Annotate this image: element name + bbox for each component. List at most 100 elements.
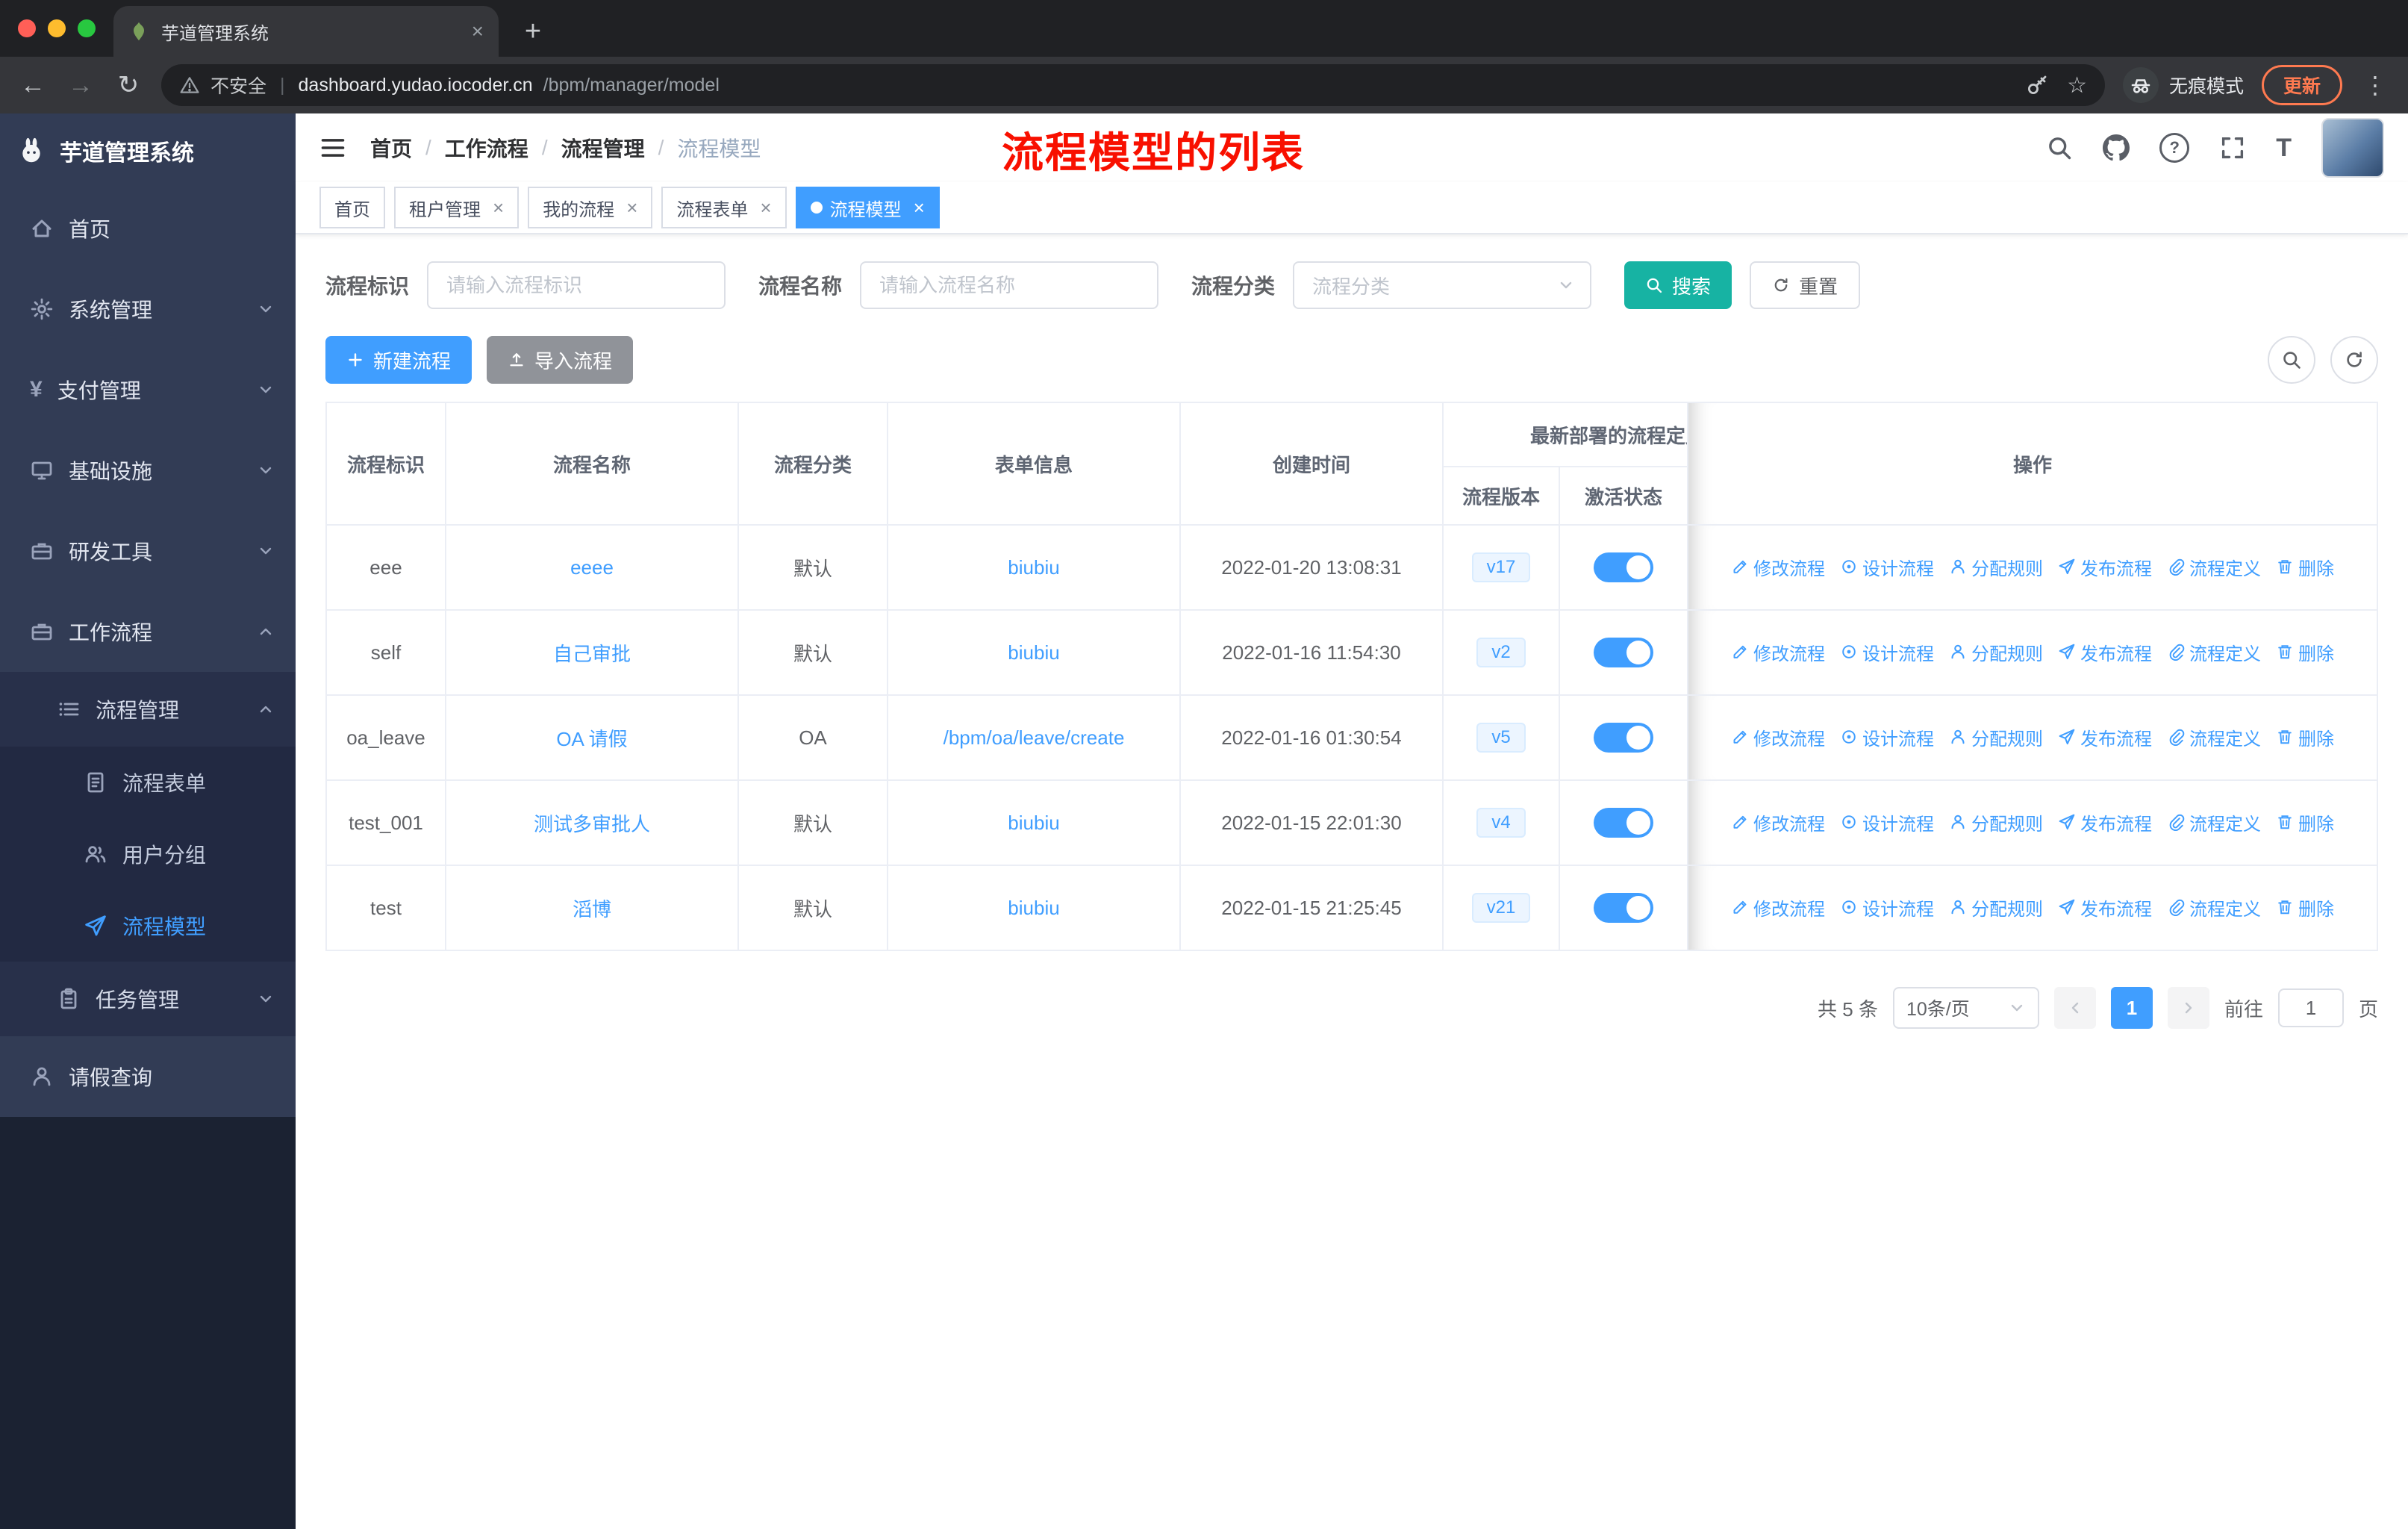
import-process-button[interactable]: 导入流程 xyxy=(487,336,634,384)
sidebar-item-payment[interactable]: ¥ 支付管理 xyxy=(0,349,296,430)
action-delete[interactable]: 删除 xyxy=(2276,724,2334,750)
goto-page-input[interactable] xyxy=(2277,988,2344,1027)
process-category-select[interactable]: 流程分类 xyxy=(1293,261,1592,309)
page-size-select[interactable]: 10条/页 xyxy=(1892,987,2039,1029)
back-button[interactable]: ← xyxy=(18,71,48,100)
url-bar[interactable]: 不安全 | dashboard.yudao.iocoder.cn/bpm/man… xyxy=(161,64,2105,106)
page-1-button[interactable]: 1 xyxy=(2110,987,2153,1029)
action-edit-process[interactable]: 修改流程 xyxy=(1731,639,1825,665)
sidebar-item-system[interactable]: 系统管理 xyxy=(0,269,296,349)
new-tab-button[interactable]: + xyxy=(511,9,555,54)
update-button[interactable]: 更新 xyxy=(2261,65,2342,105)
help-icon[interactable]: ? xyxy=(2159,133,2190,163)
active-switch[interactable] xyxy=(1594,552,1653,582)
version-badge[interactable]: v4 xyxy=(1476,808,1526,838)
sidebar-item-process-mgmt[interactable]: 流程管理 xyxy=(0,672,296,747)
action-process-definition[interactable]: 流程定义 xyxy=(2167,809,2261,835)
action-process-definition[interactable]: 流程定义 xyxy=(2167,554,2261,580)
action-delete[interactable]: 删除 xyxy=(2276,894,2334,921)
tag-tenant-mgmt[interactable]: 租户管理 × xyxy=(394,187,520,228)
action-edit-process[interactable]: 修改流程 xyxy=(1731,894,1825,921)
action-assign-rule[interactable]: 分配规则 xyxy=(1949,894,2043,921)
tab-close-icon[interactable]: × xyxy=(472,19,484,43)
action-assign-rule[interactable]: 分配规则 xyxy=(1949,809,2043,835)
form-link[interactable]: biubiu xyxy=(1008,556,1059,579)
action-edit-process[interactable]: 修改流程 xyxy=(1731,724,1825,750)
action-publish-process[interactable]: 发布流程 xyxy=(2058,639,2152,665)
prev-page-button[interactable] xyxy=(2053,987,2096,1029)
active-switch[interactable] xyxy=(1594,638,1653,667)
active-switch[interactable] xyxy=(1594,808,1653,838)
next-page-button[interactable] xyxy=(2167,987,2209,1029)
sidebar-item-infra[interactable]: 基础设施 xyxy=(0,430,296,511)
action-publish-process[interactable]: 发布流程 xyxy=(2058,809,2152,835)
tag-close-icon[interactable]: × xyxy=(760,196,771,219)
tag-home[interactable]: 首页 xyxy=(319,187,385,228)
traffic-light-maximize[interactable] xyxy=(78,19,96,37)
breadcrumb-item-workflow[interactable]: 工作流程 xyxy=(445,133,528,163)
action-process-definition[interactable]: 流程定义 xyxy=(2167,894,2261,921)
sidebar-item-process-form[interactable]: 流程表单 xyxy=(0,747,296,818)
action-assign-rule[interactable]: 分配规则 xyxy=(1949,639,2043,665)
toggle-search-button[interactable] xyxy=(2268,336,2315,384)
tag-close-icon[interactable]: × xyxy=(914,196,925,219)
action-design-process[interactable]: 设计流程 xyxy=(1840,554,1934,580)
action-delete[interactable]: 删除 xyxy=(2276,554,2334,580)
version-badge[interactable]: v2 xyxy=(1476,638,1526,667)
sidebar-item-process-model[interactable]: 流程模型 xyxy=(0,890,296,962)
search-button[interactable]: 搜索 xyxy=(1624,261,1732,309)
fullscreen-icon[interactable] xyxy=(2219,134,2246,161)
tag-process-form[interactable]: 流程表单 × xyxy=(661,187,787,228)
tag-process-model[interactable]: 流程模型 × xyxy=(795,187,940,228)
form-link[interactable]: biubiu xyxy=(1008,897,1059,919)
process-name-link[interactable]: eeee xyxy=(570,556,614,579)
breadcrumb-item-home[interactable]: 首页 xyxy=(370,133,412,163)
action-design-process[interactable]: 设计流程 xyxy=(1840,894,1934,921)
sidebar-item-task-mgmt[interactable]: 任务管理 xyxy=(0,962,296,1036)
forward-button[interactable]: → xyxy=(66,71,96,100)
process-name-link[interactable]: OA 请假 xyxy=(556,728,627,750)
github-icon[interactable] xyxy=(2103,134,2130,161)
key-icon[interactable] xyxy=(2025,73,2049,97)
form-link[interactable]: biubiu xyxy=(1008,812,1059,834)
action-publish-process[interactable]: 发布流程 xyxy=(2058,554,2152,580)
active-switch[interactable] xyxy=(1594,893,1653,923)
traffic-light-close[interactable] xyxy=(18,19,36,37)
action-publish-process[interactable]: 发布流程 xyxy=(2058,724,2152,750)
tag-close-icon[interactable]: × xyxy=(626,196,637,219)
action-design-process[interactable]: 设计流程 xyxy=(1840,809,1934,835)
process-name-link[interactable]: 自己审批 xyxy=(553,643,631,665)
tag-close-icon[interactable]: × xyxy=(493,196,504,219)
version-badge[interactable]: v17 xyxy=(1471,552,1531,582)
sidebar-item-leave-query[interactable]: 请假查询 xyxy=(0,1036,296,1117)
action-delete[interactable]: 删除 xyxy=(2276,809,2334,835)
create-process-button[interactable]: 新建流程 xyxy=(325,336,472,384)
process-name-input[interactable] xyxy=(860,261,1159,309)
avatar[interactable] xyxy=(2321,118,2384,178)
action-edit-process[interactable]: 修改流程 xyxy=(1731,554,1825,580)
action-process-definition[interactable]: 流程定义 xyxy=(2167,724,2261,750)
process-id-input[interactable] xyxy=(427,261,726,309)
version-badge[interactable]: v5 xyxy=(1476,723,1526,753)
action-design-process[interactable]: 设计流程 xyxy=(1840,639,1934,665)
font-size-icon[interactable]: T xyxy=(2276,134,2292,163)
process-name-link[interactable]: 测试多审批人 xyxy=(534,813,650,835)
action-delete[interactable]: 删除 xyxy=(2276,639,2334,665)
reset-button[interactable]: 重置 xyxy=(1750,261,1861,309)
sidebar-item-home[interactable]: 首页 xyxy=(0,188,296,269)
reload-button[interactable]: ↻ xyxy=(113,70,143,100)
action-process-definition[interactable]: 流程定义 xyxy=(2167,639,2261,665)
search-icon[interactable] xyxy=(2046,134,2073,161)
version-badge[interactable]: v21 xyxy=(1471,893,1531,923)
sidebar-toggle-button[interactable] xyxy=(319,134,346,161)
action-design-process[interactable]: 设计流程 xyxy=(1840,724,1934,750)
browser-tab[interactable]: 芋道管理系统 × xyxy=(113,6,499,57)
process-name-link[interactable]: 滔博 xyxy=(573,898,611,921)
action-assign-rule[interactable]: 分配规则 xyxy=(1949,724,2043,750)
form-link[interactable]: biubiu xyxy=(1008,641,1059,664)
breadcrumb-item-process-mgmt[interactable]: 流程管理 xyxy=(561,133,645,163)
tag-my-process[interactable]: 我的流程 × xyxy=(528,187,653,228)
sidebar-item-user-group[interactable]: 用户分组 xyxy=(0,818,296,890)
sidebar-item-devtools[interactable]: 研发工具 xyxy=(0,511,296,591)
traffic-light-minimize[interactable] xyxy=(48,19,66,37)
